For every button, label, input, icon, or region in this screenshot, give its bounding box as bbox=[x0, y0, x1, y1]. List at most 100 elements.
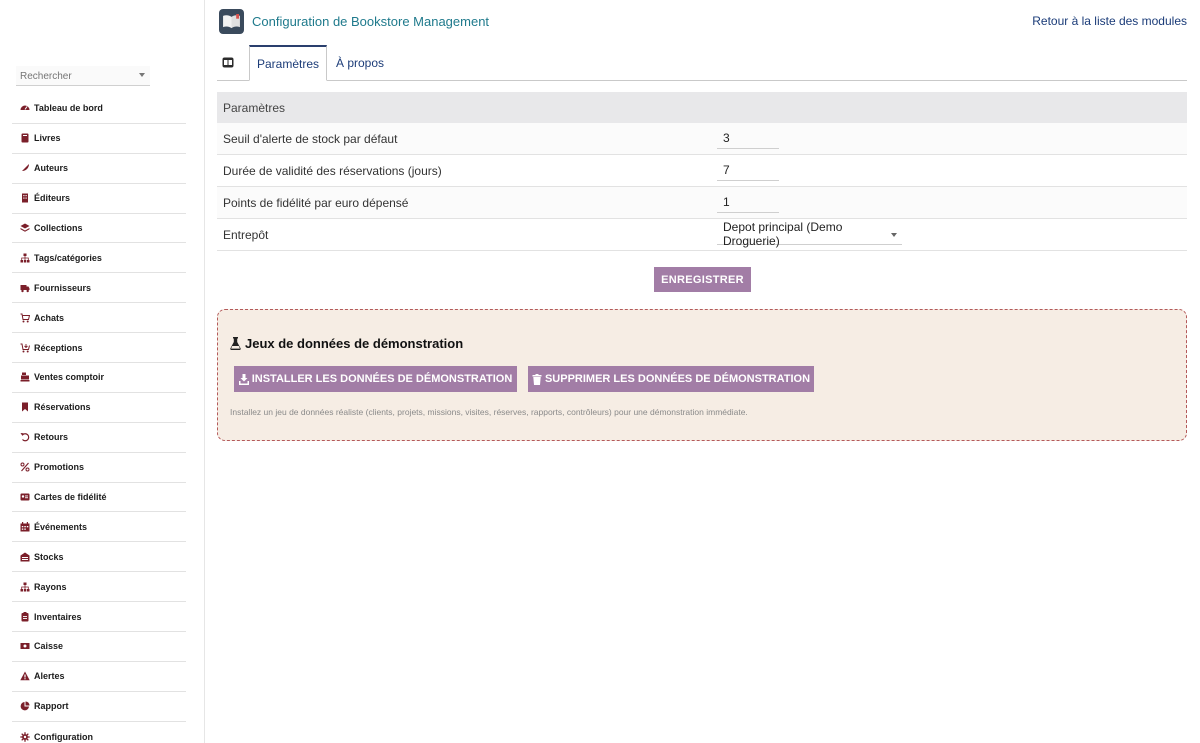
fidelity-points-field[interactable] bbox=[717, 191, 779, 213]
sidebar-item-label: Promotions bbox=[34, 462, 85, 473]
search-input[interactable] bbox=[16, 67, 134, 86]
stock-alert-label: Seuil d'alerte de stock par défaut bbox=[223, 131, 398, 146]
demo-help-text: Installez un jeu de données réaliste (cl… bbox=[230, 407, 748, 417]
settings-heading: Paramètres bbox=[217, 92, 1187, 123]
flask-icon bbox=[230, 337, 241, 350]
percent-icon bbox=[20, 462, 30, 472]
reservation-duration-field[interactable] bbox=[717, 159, 779, 181]
money-icon bbox=[20, 641, 30, 651]
sidebar-item-label: Inventaires bbox=[34, 611, 82, 622]
setting-row-warehouse: Entrepôt Depot principal (Demo Droguerie… bbox=[217, 219, 1187, 251]
building-icon bbox=[20, 193, 30, 203]
sidebar-item-alertes[interactable]: Alertes bbox=[12, 662, 186, 692]
sidebar-item-editeurs[interactable]: Éditeurs bbox=[12, 184, 186, 214]
delete-demo-button[interactable]: SUPPRIMER LES DONNÉES DE DÉMONSTRATION bbox=[528, 366, 814, 392]
sidebar-item-retours[interactable]: Retours bbox=[12, 423, 186, 453]
sidebar-item-auteurs[interactable]: Auteurs bbox=[12, 154, 186, 184]
install-demo-label: INSTALLER LES DONNÉES DE DÉMONSTRATION bbox=[251, 373, 513, 385]
sidebar-item-inventaires[interactable]: Inventaires bbox=[12, 602, 186, 633]
sidebar-item-stocks[interactable]: Stocks bbox=[12, 542, 186, 573]
sidebar-item-livres[interactable]: Livres bbox=[12, 124, 186, 154]
tab-bar: Paramètres À propos bbox=[217, 44, 1187, 81]
sidebar-item-ventes-comptoir[interactable]: Ventes comptoir bbox=[12, 363, 186, 393]
warehouse-icon bbox=[20, 552, 30, 562]
page-title: Configuration de Bookstore Management bbox=[252, 14, 490, 29]
warning-icon bbox=[20, 671, 30, 681]
pie-chart-icon bbox=[20, 701, 30, 711]
feather-icon bbox=[20, 163, 30, 173]
setting-row-reservation: Durée de validité des réservations (jour… bbox=[217, 155, 1187, 187]
sidebar-item-label: Collections bbox=[34, 223, 83, 233]
sidebar-item-label: Auteurs bbox=[34, 163, 69, 174]
sidebar-item-fournisseurs[interactable]: Fournisseurs bbox=[12, 273, 186, 304]
sidebar-item-label: Rayons bbox=[34, 581, 67, 592]
setting-row-fidelity: Points de fidélité par euro dépensé bbox=[217, 187, 1187, 219]
sitemap-icon bbox=[20, 253, 30, 263]
sidebar-item-reservations[interactable]: Réservations bbox=[12, 393, 186, 423]
sidebar-item-label: Fournisseurs bbox=[34, 282, 92, 293]
bookmark-icon bbox=[20, 402, 30, 412]
sidebar-item-achats[interactable]: Achats bbox=[12, 303, 186, 334]
tab-parametres[interactable]: Paramètres bbox=[249, 45, 327, 81]
sidebar-item-caisse[interactable]: Caisse bbox=[12, 632, 186, 662]
warehouse-select[interactable]: Depot principal (Demo Droguerie) bbox=[717, 220, 902, 248]
book-icon bbox=[20, 133, 30, 143]
tab-a-propos[interactable]: À propos bbox=[330, 45, 390, 81]
calendar-icon bbox=[20, 521, 30, 532]
sidebar-item-label: Stocks bbox=[34, 551, 64, 562]
truck-icon bbox=[20, 283, 30, 293]
undo-icon bbox=[20, 432, 30, 442]
dashboard-icon bbox=[20, 103, 30, 113]
book-logo-icon bbox=[219, 9, 244, 34]
sidebar-item-promotions[interactable]: Promotions bbox=[12, 453, 186, 483]
gear-icon bbox=[20, 731, 30, 742]
demo-title-text: Jeux de données de démonstration bbox=[245, 336, 464, 351]
sidebar-item-label: Tags/catégories bbox=[34, 252, 102, 263]
module-icon bbox=[222, 57, 234, 68]
warehouse-label: Entrepôt bbox=[223, 227, 269, 242]
sidebar-item-tableau-de-bord[interactable]: Tableau de bord bbox=[12, 94, 186, 124]
sidebar-item-label: Cartes de fidélité bbox=[34, 492, 107, 503]
save-button[interactable]: ENREGISTRER bbox=[654, 267, 751, 292]
sidebar-item-label: Alertes bbox=[34, 671, 65, 682]
settings-table: Paramètres Seuil d'alerte de stock par d… bbox=[217, 92, 1187, 251]
cart-icon bbox=[20, 313, 30, 323]
trash-icon bbox=[532, 373, 542, 385]
sidebar-search[interactable] bbox=[16, 66, 150, 86]
sidebar-item-label: Événements bbox=[34, 521, 88, 532]
sidebar-item-label: Ventes comptoir bbox=[34, 372, 105, 383]
sidebar-item-configuration[interactable]: Configuration bbox=[12, 722, 186, 743]
install-demo-button[interactable]: INSTALLER LES DONNÉES DE DÉMONSTRATION bbox=[234, 366, 517, 392]
setting-row-stock-alert: Seuil d'alerte de stock par défaut bbox=[217, 123, 1187, 155]
sidebar-item-label: Rapport bbox=[34, 701, 69, 712]
layers-icon bbox=[20, 223, 30, 233]
sidebar-menu: Tableau de bord Livres Auteurs Éditeurs Coll… bbox=[12, 94, 186, 743]
sidebar-item-receptions[interactable]: Réceptions bbox=[12, 333, 186, 364]
warehouse-selected-value: Depot principal (Demo Droguerie) bbox=[723, 220, 843, 248]
sidebar-item-collections[interactable]: Collections bbox=[12, 214, 186, 244]
fidelity-points-label: Points de fidélité par euro dépensé bbox=[223, 195, 409, 210]
sidebar-item-label: Réservations bbox=[34, 402, 91, 413]
sidebar-item-label: Réceptions bbox=[34, 342, 83, 353]
back-to-modules-link[interactable]: Retour à la liste des modules bbox=[1032, 14, 1187, 28]
shelves-icon bbox=[20, 582, 30, 592]
sidebar-item-label: Configuration bbox=[34, 731, 93, 742]
sidebar-item-tags-categories[interactable]: Tags/catégories bbox=[12, 243, 186, 274]
sidebar-item-label: Achats bbox=[34, 312, 65, 323]
clipboard-icon bbox=[20, 611, 30, 622]
sidebar: Tableau de bord Livres Auteurs Éditeurs Coll… bbox=[0, 0, 205, 743]
sidebar-item-rapport[interactable]: Rapport bbox=[12, 692, 186, 722]
sidebar-item-cartes-de-fidelite[interactable]: Cartes de fidélité bbox=[12, 483, 186, 513]
sidebar-item-label: Livres bbox=[34, 133, 61, 144]
download-icon bbox=[238, 373, 249, 385]
demo-title: Jeux de données de démonstration bbox=[230, 336, 463, 351]
sidebar-item-label: Caisse bbox=[34, 641, 64, 652]
chevron-down-icon[interactable] bbox=[139, 73, 145, 77]
delete-demo-label: SUPPRIMER LES DONNÉES DE DÉMONSTRATION bbox=[544, 373, 811, 385]
sidebar-item-label: Tableau de bord bbox=[34, 103, 103, 114]
chevron-down-icon bbox=[891, 233, 897, 237]
stock-alert-field[interactable] bbox=[717, 127, 779, 149]
sidebar-item-evenements[interactable]: Événements bbox=[12, 512, 186, 543]
sidebar-item-rayons[interactable]: Rayons bbox=[12, 572, 186, 603]
id-card-icon bbox=[20, 492, 30, 502]
